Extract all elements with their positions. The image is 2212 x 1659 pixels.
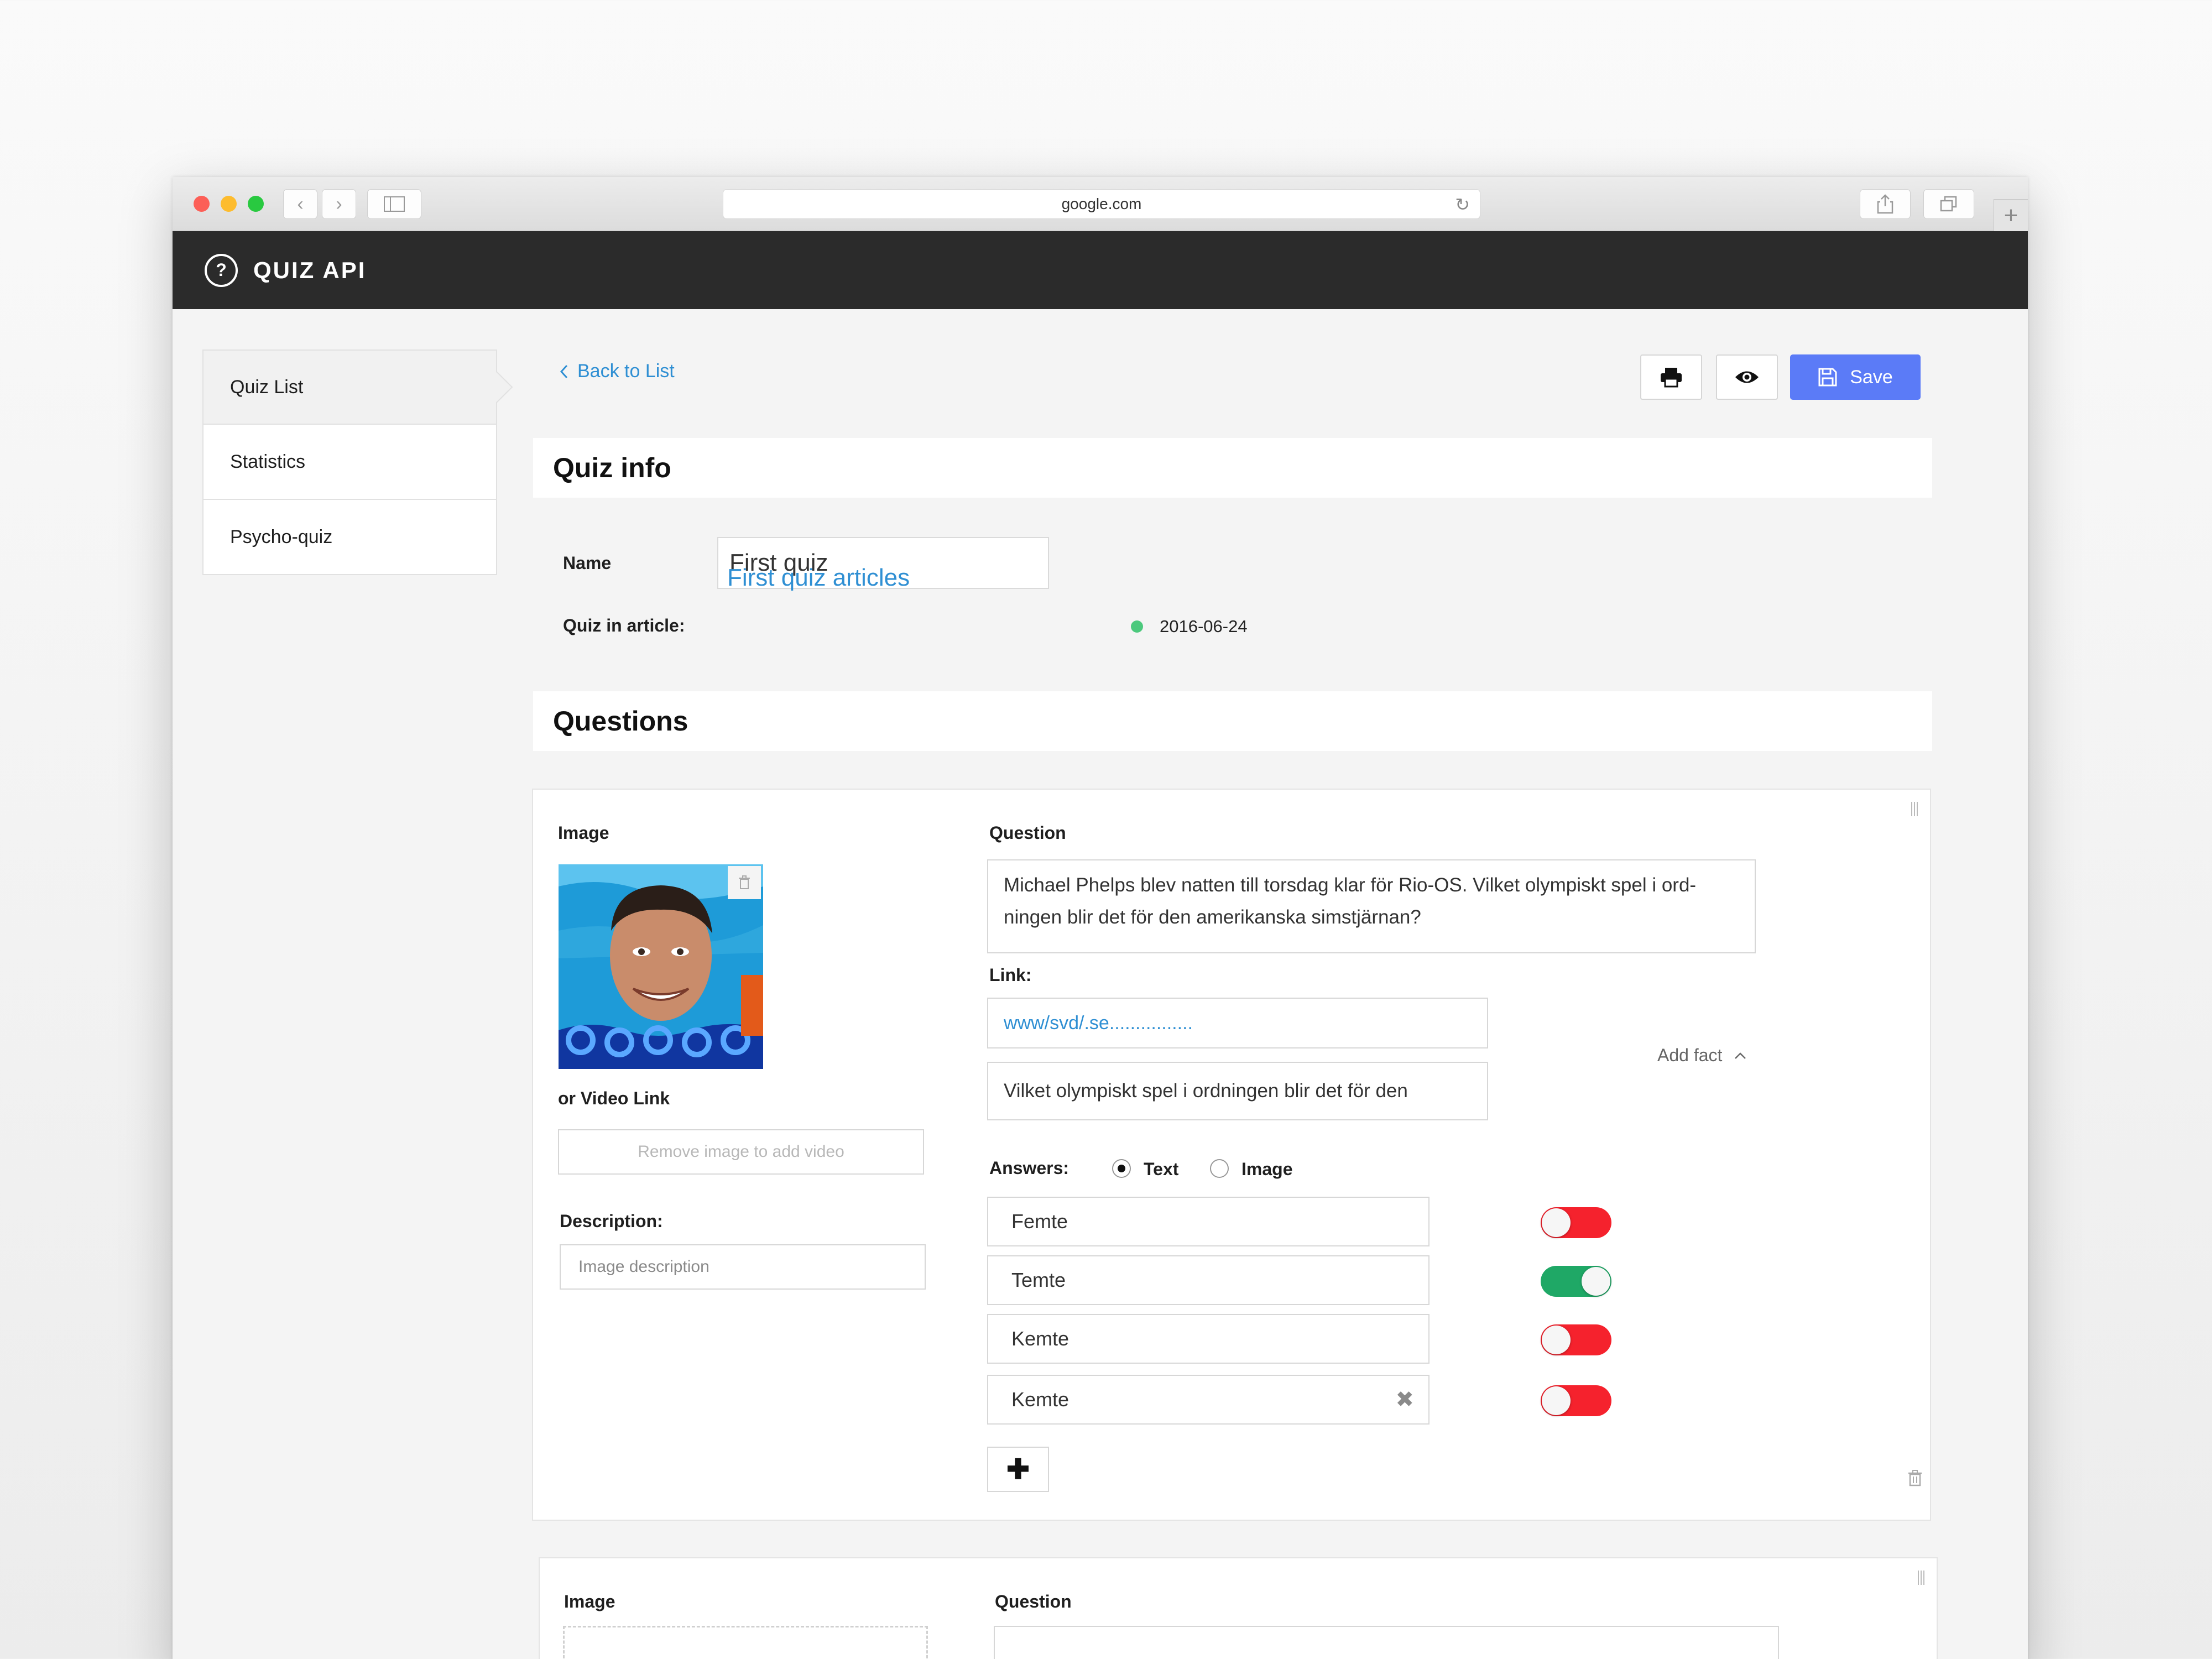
image-dropzone[interactable] (563, 1626, 928, 1659)
image-label: Image (564, 1592, 615, 1611)
answer-type-image-label: Image (1241, 1159, 1293, 1179)
print-button[interactable] (1640, 354, 1702, 400)
minimize-window-button[interactable] (221, 196, 237, 212)
chevron-left-icon (560, 364, 568, 378)
plus-icon: + (2004, 201, 2018, 229)
printer-icon (1661, 368, 1682, 388)
name-label: Name (563, 553, 612, 573)
answer-input[interactable]: Temte (987, 1255, 1430, 1305)
url-text: google.com (1061, 195, 1142, 212)
image-description-input[interactable]: Image description (560, 1244, 926, 1290)
image-label: Image (558, 823, 609, 843)
browser-window: ‹ › google.com ↻ + ? QUIZ API Quiz List … (173, 177, 2028, 1659)
answer-input[interactable]: Kemte ✖ (987, 1375, 1430, 1425)
plus-icon: ✚ (1006, 1454, 1030, 1485)
browser-back-button[interactable]: ‹ (283, 189, 317, 219)
sidebar-item-psycho-quiz[interactable]: Psycho-quiz (202, 500, 497, 575)
answers-label: Answers: (989, 1158, 1070, 1178)
sidebar-item-label: Psycho-quiz (230, 526, 333, 547)
video-link-placeholder: Remove image to add video (638, 1142, 844, 1161)
add-fact-label: Add fact (1657, 1045, 1723, 1065)
save-button[interactable]: Save (1790, 354, 1921, 400)
link-value: www/svd/.se................ (1004, 1012, 1193, 1034)
image-description-placeholder: Image description (578, 1258, 709, 1276)
app-header: ? QUIZ API (173, 231, 2028, 309)
floppy-disk-icon (1818, 368, 1837, 387)
answer-input[interactable]: Femte (987, 1197, 1430, 1246)
answer-text: Temte (1011, 1269, 1066, 1291)
browser-forward-button[interactable]: › (322, 189, 356, 219)
app-title: QUIZ API (253, 257, 367, 283)
video-link-input[interactable]: Remove image to add video (558, 1129, 924, 1175)
sidebar-toggle-button[interactable] (367, 189, 421, 219)
back-to-list-link[interactable]: Back to List (560, 361, 675, 382)
link-input[interactable]: www/svd/.se................ (987, 998, 1488, 1048)
correct-answer-toggle[interactable] (1541, 1207, 1611, 1238)
add-answer-button[interactable]: ✚ (987, 1447, 1049, 1492)
tabs-overview-button[interactable] (1923, 189, 1974, 219)
eye-icon (1735, 371, 1759, 383)
share-icon (1877, 194, 1893, 214)
address-bar[interactable]: google.com ↻ (723, 189, 1480, 219)
quiz-article-link[interactable]: First quiz articles (727, 564, 910, 592)
answer-text: Kemte (1011, 1327, 1070, 1350)
answer-text: Kemte (1011, 1388, 1070, 1411)
link-label: Link: (989, 965, 1032, 985)
trash-icon[interactable] (1908, 1470, 1922, 1486)
chevron-right-icon: › (336, 193, 342, 215)
sidebar-item-label: Quiz List (230, 376, 304, 398)
add-fact-toggle[interactable]: Add fact (1657, 1045, 1746, 1066)
sidebar-icon (384, 196, 405, 212)
quiz-in-article-label: Quiz in article: (563, 615, 685, 635)
status-dot (1131, 620, 1143, 633)
answer-input[interactable]: Kemte (987, 1314, 1430, 1364)
chevron-up-icon (1735, 1052, 1746, 1059)
reload-icon[interactable]: ↻ (1455, 194, 1470, 215)
new-tab-button[interactable]: + (1994, 199, 2028, 231)
correct-answer-toggle[interactable] (1541, 1266, 1611, 1297)
answer-text: Femte (1011, 1210, 1068, 1233)
fact-value: Vilket olympiskt spel i ordningen blir d… (1004, 1080, 1408, 1102)
maximize-window-button[interactable] (248, 196, 264, 212)
save-label: Save (1850, 366, 1893, 388)
video-link-label: or Video Link (558, 1088, 670, 1108)
back-to-list-label: Back to List (577, 361, 675, 382)
publish-date: 2016-06-24 (1160, 617, 1248, 636)
browser-toolbar: ‹ › google.com ↻ + (173, 177, 2028, 231)
questions-heading: Questions (533, 691, 1932, 751)
question-label: Question (989, 823, 1066, 843)
fact-input[interactable]: Vilket olympiskt spel i ordningen blir d… (987, 1062, 1488, 1120)
chevron-left-icon: ‹ (297, 193, 304, 215)
sidebar-item-label: Statistics (230, 451, 306, 472)
answer-type-image-radio[interactable] (1210, 1159, 1229, 1178)
sidebar-item-quiz-list[interactable]: Quiz List (202, 349, 497, 425)
quiz-logo-icon: ? (205, 253, 238, 287)
sidebar-nav: Quiz List Statistics Psycho-quiz (202, 349, 497, 575)
description-label: Description: (560, 1211, 663, 1231)
question-textarea[interactable] (994, 1626, 1779, 1659)
clear-answer-icon[interactable]: ✖ (1395, 1387, 1414, 1412)
drag-handle-icon[interactable] (1918, 1571, 1926, 1585)
trash-icon (739, 875, 750, 889)
quiz-info-heading: Quiz info (533, 438, 1932, 498)
tabs-icon (1940, 196, 1957, 212)
remove-image-button[interactable] (728, 866, 761, 899)
close-window-button[interactable] (194, 196, 210, 212)
question-textarea[interactable]: Michael Phelps blev natten till torsdag … (987, 859, 1756, 953)
drag-handle-icon[interactable] (1911, 802, 1919, 816)
answer-type-text-radio[interactable] (1112, 1159, 1131, 1178)
share-button[interactable] (1860, 189, 1911, 219)
preview-button[interactable] (1716, 354, 1778, 400)
correct-answer-toggle[interactable] (1541, 1385, 1611, 1416)
question-text: Michael Phelps blev natten till torsdag … (1004, 874, 1697, 928)
sidebar-item-statistics[interactable]: Statistics (202, 425, 497, 500)
correct-answer-toggle[interactable] (1541, 1324, 1611, 1355)
question-label: Question (995, 1592, 1072, 1611)
answer-type-text-label: Text (1144, 1159, 1179, 1179)
